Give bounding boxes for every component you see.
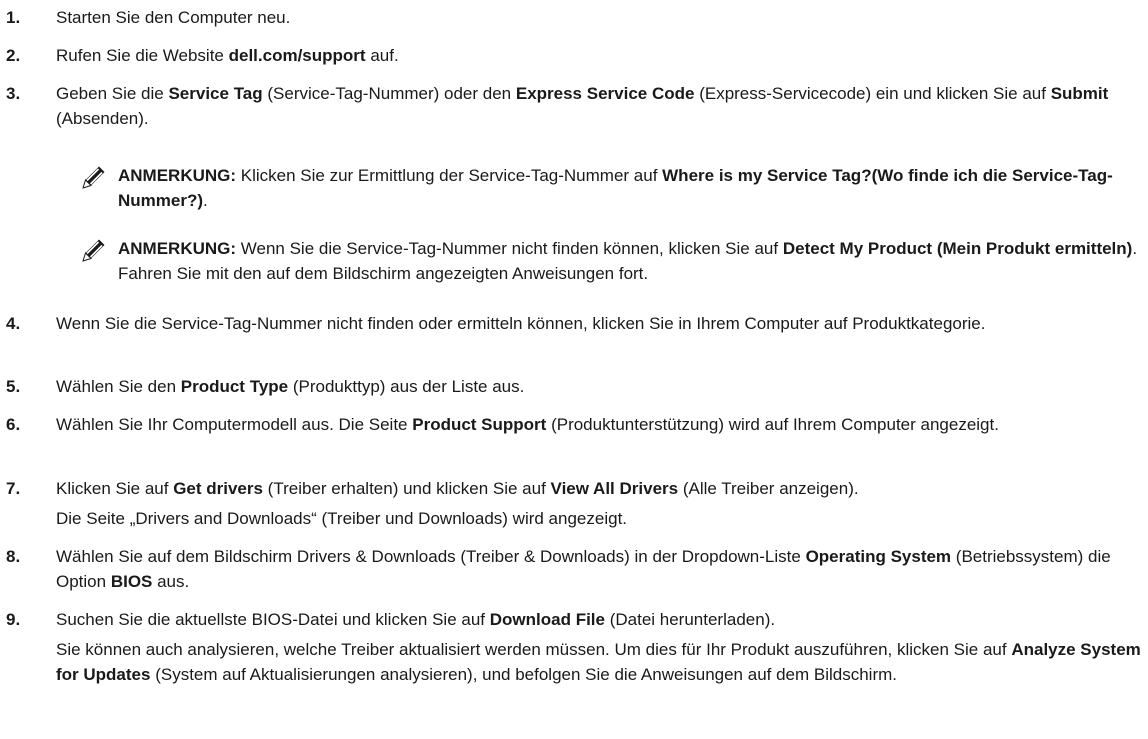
bold-term: Product Support <box>412 415 547 434</box>
step-number: 6. <box>6 415 21 434</box>
step-text: Klicken Sie auf Get drivers (Treiber erh… <box>56 479 859 498</box>
bold-term: ANMERKUNG: <box>118 166 237 185</box>
bold-term: Operating System <box>805 547 952 566</box>
step-followup-text: Die Seite „Drivers and Downloads“ (Treib… <box>56 509 628 528</box>
pencil-note-icon <box>82 165 106 189</box>
step-number: 3. <box>6 84 21 103</box>
bold-term: ANMERKUNG: <box>118 239 237 258</box>
step-text: Geben Sie die Service Tag (Service-Tag-N… <box>56 84 1109 128</box>
step-text: Wählen Sie Ihr Computermodell aus. Die S… <box>56 415 999 434</box>
bold-term: BIOS <box>110 572 153 591</box>
bold-term: Detect My Product (Mein Produkt ermittel… <box>782 239 1133 258</box>
bold-term: Express Service Code <box>515 84 695 103</box>
bold-term: View All Drivers <box>550 479 679 498</box>
bold-term: Product Type <box>180 377 289 396</box>
bold-term: Where is my Service Tag?(Wo finde ich di… <box>118 166 1113 210</box>
bold-term: Get drivers <box>173 479 263 498</box>
step-number: 2. <box>6 46 21 65</box>
bold-term: Submit <box>1050 84 1109 103</box>
document-page: 1. Starten Sie den Computer neu. 2. Rufe… <box>0 0 1148 739</box>
step-number: 8. <box>6 547 21 566</box>
step-number: 9. <box>6 610 21 629</box>
step-number: 1. <box>6 8 21 27</box>
step-number: 7. <box>6 479 21 498</box>
step-text: Wenn Sie die Service-Tag-Nummer nicht fi… <box>56 314 986 333</box>
step-number: 5. <box>6 377 21 396</box>
bold-term: Download File <box>489 610 605 629</box>
step-text: Starten Sie den Computer neu. <box>56 8 291 27</box>
step-text: Suchen Sie die aktuellste BIOS-Datei und… <box>56 610 776 629</box>
step-text: Wählen Sie auf dem Bildschirm Drivers & … <box>56 547 1111 591</box>
step-number: 4. <box>6 314 21 333</box>
step-text: Wählen Sie den Product Type (Produkttyp)… <box>56 377 525 396</box>
step-text: Rufen Sie die Website dell.com/support a… <box>56 46 399 65</box>
note-text: ANMERKUNG: Wenn Sie die Service-Tag-Numm… <box>118 239 1138 283</box>
bold-term: Service Tag <box>168 84 263 103</box>
note-text: ANMERKUNG: Klicken Sie zur Ermittlung de… <box>118 166 1113 210</box>
step-followup-text: Sie können auch analysieren, welche Trei… <box>56 640 1141 684</box>
pencil-note-icon <box>82 238 106 262</box>
bold-term: dell.com/support <box>228 46 366 65</box>
bold-term: Analyze System for Updates <box>56 640 1141 684</box>
